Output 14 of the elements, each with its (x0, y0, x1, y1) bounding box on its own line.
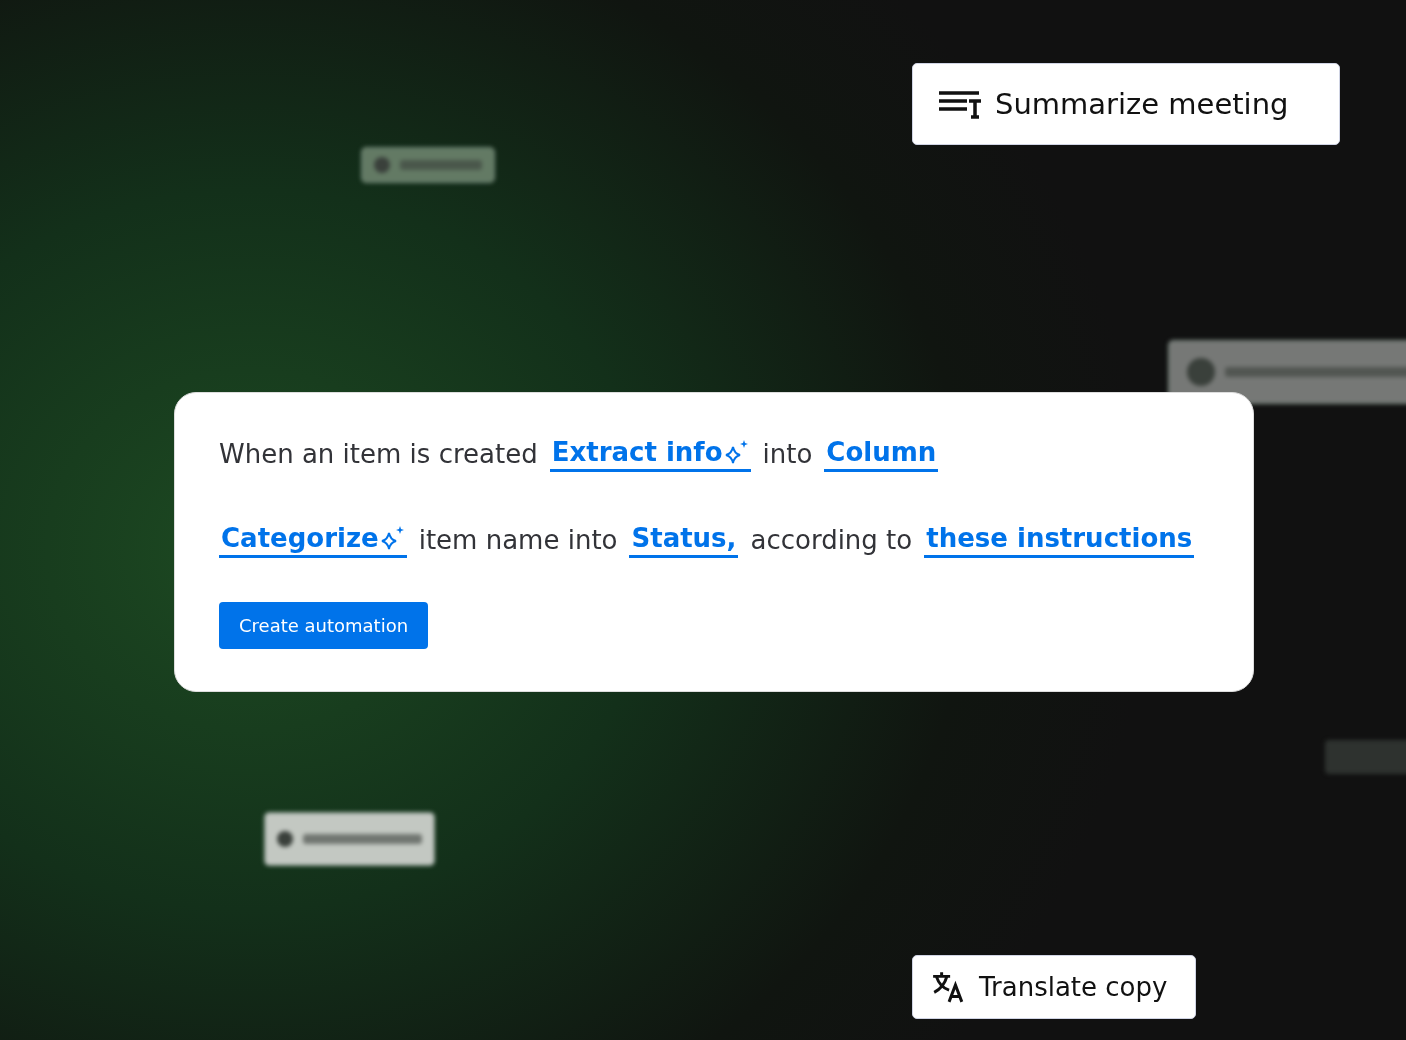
sentence-text: When an item is created (219, 439, 538, 469)
translate-icon (931, 970, 965, 1004)
field-link[interactable]: Extract info (549, 436, 751, 472)
field-link[interactable]: these instructions (924, 522, 1195, 558)
sentence-text: according to (750, 525, 913, 555)
field-link[interactable]: Status, (629, 522, 739, 558)
action-chip[interactable]: Translate copy (912, 955, 1196, 1019)
field-link[interactable]: Categorize (219, 522, 407, 558)
sentence-text: into (762, 439, 813, 469)
action-chip[interactable]: Summarize meeting (912, 63, 1340, 145)
create-automation-button[interactable]: Create automation (219, 602, 429, 649)
text-lines-icon (937, 88, 981, 120)
sentence-text: item name into (418, 525, 618, 555)
field-link[interactable]: Column (824, 436, 939, 472)
